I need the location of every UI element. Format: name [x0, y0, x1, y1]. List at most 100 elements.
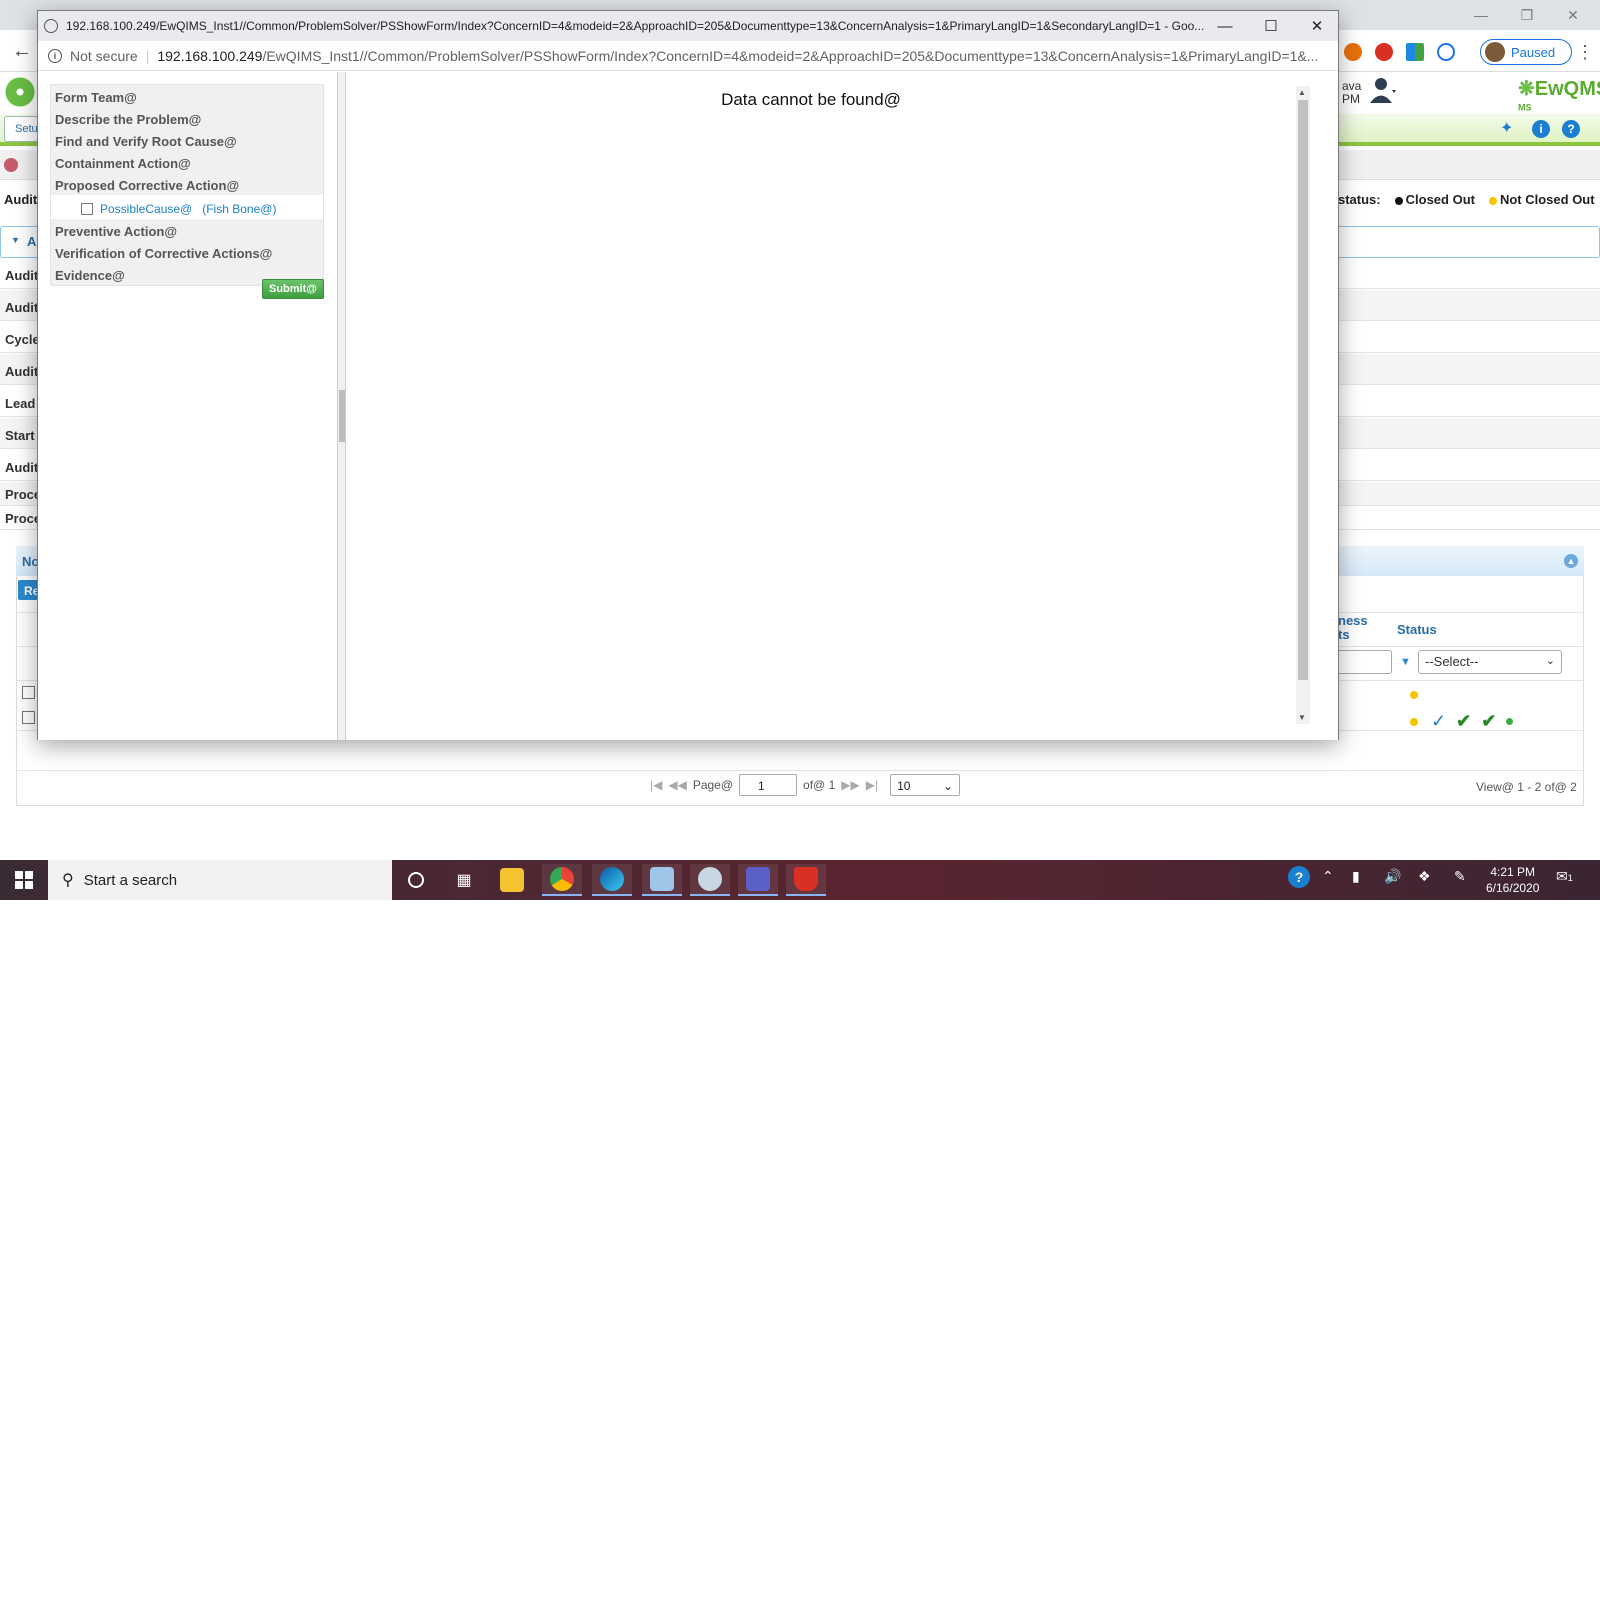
user-info-fragment: ava PM — [1342, 80, 1361, 106]
volume-icon[interactable]: 🔊 — [1384, 868, 1401, 885]
page-number-input[interactable]: 1 — [739, 774, 798, 796]
restore-icon[interactable]: ❐ — [1504, 0, 1550, 30]
cortana-icon[interactable] — [396, 864, 436, 896]
address-path: /EwQIMS_Inst1//Common/ProblemSolver/PSSh… — [262, 47, 1319, 64]
edge-icon[interactable] — [592, 864, 632, 896]
splitter-grip[interactable] — [339, 390, 345, 442]
menu-item-describe-problem[interactable]: Describe the Problem@ — [51, 107, 323, 129]
audit-title-fragment: Audit — [4, 192, 38, 207]
globe-icon — [44, 19, 58, 33]
teams-icon[interactable] — [738, 864, 778, 896]
last-page-icon[interactable]: ▶| — [866, 778, 878, 792]
popup-close-icon[interactable]: ✕ — [1294, 11, 1340, 41]
possible-cause-link[interactable]: PossibleCause@ — [100, 202, 192, 216]
taskbar-clock[interactable]: 4:21 PM 6/16/2020 — [1486, 864, 1539, 896]
fire-extension-icon[interactable] — [1344, 43, 1362, 61]
view-count: View@ 1 - 2 of@ 2 — [1476, 780, 1577, 794]
problem-solver-menu: Form Team@ Describe the Problem@ Find an… — [50, 84, 324, 286]
grid-divider — [16, 770, 1584, 771]
notification-icon[interactable]: ✉1 — [1556, 868, 1573, 885]
fish-bone-link[interactable]: (Fish Bone@) — [202, 202, 276, 216]
menu-item-containment-action[interactable]: Containment Action@ — [51, 151, 323, 173]
browser-menu-icon[interactable]: ⋮ — [1576, 42, 1594, 63]
menu-item-form-team[interactable]: Form Team@ — [51, 85, 323, 107]
start-button[interactable] — [0, 860, 48, 900]
first-page-icon[interactable]: |◀ — [650, 778, 662, 792]
paused-label: Paused — [1511, 44, 1556, 60]
col-ness-line1: ness — [1338, 613, 1368, 628]
status-pending-dot — [1410, 717, 1418, 726]
security-app-icon[interactable] — [786, 864, 826, 896]
page-label: Page@ — [692, 778, 734, 792]
pane-splitter[interactable] — [338, 72, 346, 740]
column-filter-input[interactable] — [1334, 650, 1392, 674]
status-filter-select[interactable]: --Select-- ⌄ — [1418, 650, 1562, 674]
scroll-up-icon[interactable]: ▲ — [1298, 88, 1306, 97]
check-icon[interactable]: ✔ — [1481, 711, 1496, 732]
user-avatar-icon[interactable] — [1370, 76, 1396, 104]
check-icon[interactable]: ✓ — [1431, 711, 1446, 732]
help-icon[interactable]: ? — [1562, 120, 1580, 138]
scroll-thumb[interactable] — [1298, 100, 1308, 680]
notepad-icon[interactable] — [642, 864, 682, 896]
col-ness-line2: ts — [1338, 627, 1350, 642]
menu-item-verification[interactable]: Verification of Corrective Actions@ — [51, 241, 323, 263]
menu-item-find-root-cause[interactable]: Find and Verify Root Cause@ — [51, 129, 323, 151]
info-icon[interactable]: i — [1532, 120, 1550, 138]
search-icon: ⚲ — [62, 872, 74, 889]
opera-extension-icon[interactable] — [1375, 43, 1393, 61]
sync-extension-icon[interactable] — [1437, 43, 1455, 61]
windows-extension-icon[interactable] — [1406, 43, 1424, 61]
setup-tab[interactable]: Setu — [4, 116, 38, 142]
possible-cause-checkbox[interactable] — [81, 203, 93, 215]
status-legend-label: status: — [1338, 192, 1381, 207]
back-arrow-icon[interactable]: ← — [12, 40, 32, 63]
taskbar-search-box[interactable]: ⚲ Start a search — [48, 860, 392, 900]
row-checkbox[interactable] — [22, 711, 35, 724]
brand-text: EwQMS — [1534, 78, 1600, 100]
submit-button[interactable]: Submit@ — [262, 279, 324, 299]
collapse-caret-icon: ▼ — [11, 235, 20, 245]
battery-icon[interactable]: ▮ — [1352, 868, 1360, 885]
paint-icon[interactable] — [690, 864, 730, 896]
status-closed-dot — [1506, 718, 1514, 725]
chevron-up-icon[interactable]: ⌃ — [1322, 868, 1334, 885]
page-size-value: 10 — [897, 779, 911, 793]
row-checkbox[interactable] — [22, 686, 35, 699]
filter-icon[interactable]: ▼ — [1400, 656, 1411, 668]
pen-icon[interactable]: ✎ — [1454, 868, 1466, 885]
dropbox-icon[interactable]: ❖ — [1418, 868, 1431, 885]
popup-maximize-icon[interactable]: ☐ — [1248, 11, 1294, 41]
nc-action-button[interactable]: Re — [18, 580, 39, 600]
minimize-icon[interactable]: — — [1458, 0, 1504, 30]
grid-pager: |◀ ◀◀ Page@ 1 of@ 1 ▶▶ ▶| 10 ⌄ — [650, 774, 961, 796]
scroll-down-icon[interactable]: ▼ — [1298, 713, 1306, 722]
help-tray-icon[interactable]: ? — [1288, 866, 1310, 888]
address-separator: | — [145, 47, 150, 64]
pin-icon[interactable]: ✦ — [1500, 118, 1513, 138]
chrome-icon[interactable] — [542, 864, 582, 896]
popup-address-bar[interactable]: i Not secure | 192.168.100.249/EwQIMS_In… — [38, 41, 1338, 71]
profile-paused-chip[interactable]: Paused — [1480, 39, 1572, 65]
check-icon[interactable]: ✔ — [1456, 711, 1471, 732]
popup-title-text: 192.168.100.249/EwQIMS_Inst1//Common/Pro… — [66, 19, 1205, 33]
task-view-icon[interactable]: ▦ — [444, 864, 484, 896]
popup-minimize-icon[interactable]: — — [1202, 11, 1248, 41]
home-icon[interactable] — [4, 158, 18, 172]
column-header-status[interactable]: Status — [1397, 622, 1437, 637]
menu-item-preventive-action[interactable]: Preventive Action@ — [51, 219, 323, 241]
legend-closed-label: Closed Out — [1405, 192, 1475, 207]
site-info-icon[interactable]: i — [48, 48, 62, 63]
menu-item-proposed-corrective-action[interactable]: Proposed Corrective Action@ — [51, 173, 323, 195]
column-header-ness[interactable]: ness ts — [1338, 614, 1368, 642]
not-closed-dot-icon — [1488, 196, 1497, 205]
next-page-icon[interactable]: ▶▶ — [841, 778, 859, 792]
collapse-panel-icon[interactable]: ▲ — [1564, 554, 1578, 568]
menu-subitem-possible-cause: PossibleCause@ (Fish Bone@) — [51, 195, 323, 219]
prev-page-icon[interactable]: ◀◀ — [668, 778, 686, 792]
file-explorer-icon[interactable] — [492, 864, 532, 896]
page-size-select[interactable]: 10 ⌄ — [890, 774, 961, 796]
close-icon[interactable]: ✕ — [1550, 0, 1596, 30]
clock-time: 4:21 PM — [1490, 865, 1536, 879]
content-scrollbar[interactable]: ▲ ▼ — [1296, 86, 1310, 724]
